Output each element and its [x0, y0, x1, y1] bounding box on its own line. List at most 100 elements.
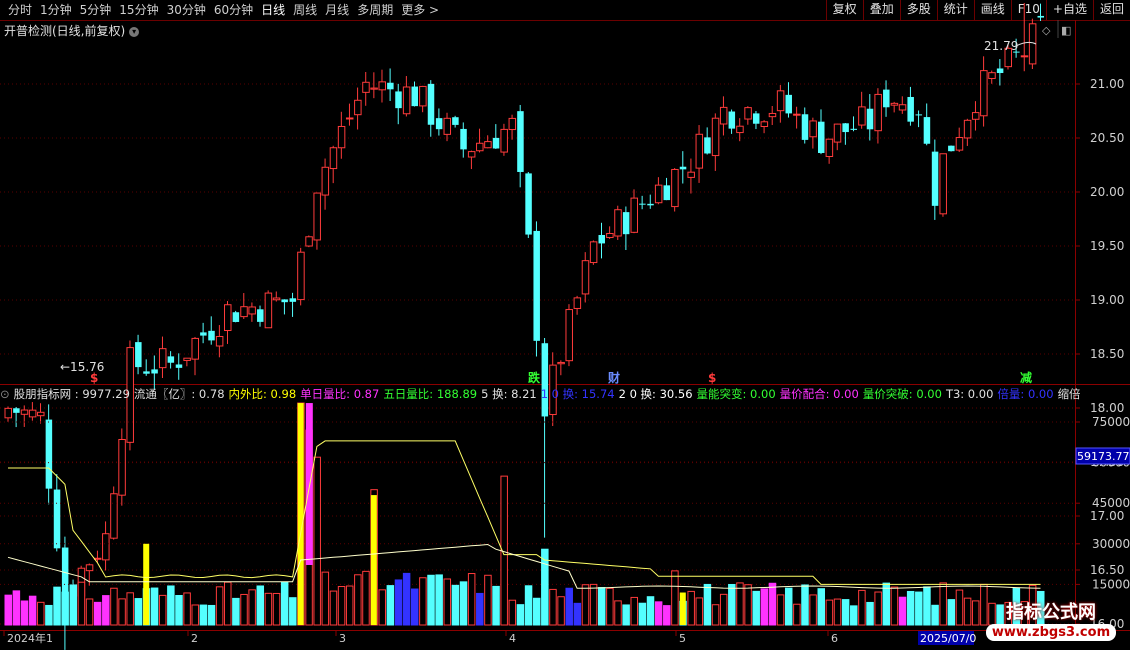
date-label: 2024年1	[7, 631, 53, 645]
high-price-label: 21.79	[984, 39, 1018, 53]
candle	[654, 177, 663, 205]
candle	[28, 402, 37, 421]
price-axis-label: 18.00	[1090, 401, 1124, 415]
volume-bar	[61, 591, 69, 626]
signal-volume-bar	[143, 543, 150, 625]
candle	[647, 194, 654, 209]
indicator-settings-icon[interactable]: ⊙	[0, 387, 10, 401]
volume-bar	[565, 587, 573, 626]
volume-bar	[963, 597, 972, 626]
candle	[776, 85, 785, 123]
volume-bar	[167, 585, 175, 626]
volume-bar	[77, 581, 86, 626]
volume-bar	[93, 601, 102, 626]
volume-bar	[882, 582, 891, 626]
candle	[809, 117, 817, 149]
volume-bar	[719, 593, 728, 626]
volume-bar	[589, 583, 598, 626]
candle	[135, 334, 142, 375]
date-label: 6	[831, 632, 838, 645]
price-axis-label: 21.00	[1090, 77, 1124, 91]
candle	[20, 405, 29, 427]
candle	[679, 151, 687, 184]
volume-bar	[215, 586, 224, 626]
candle	[541, 338, 549, 538]
candle	[573, 295, 582, 315]
indicator-value-9: 量价配合: 0.00	[779, 387, 859, 401]
vol-axis-label: 30000	[1092, 537, 1130, 551]
indicator-value-7: 2 0 换: 30.56	[618, 387, 693, 401]
volume-bar	[736, 582, 744, 626]
indicator-value-10: 量价突破: 0.00	[862, 387, 942, 401]
volume-bar	[687, 590, 695, 626]
volume-bar	[663, 605, 671, 626]
candle	[915, 110, 923, 128]
kline-chart[interactable]: 21.0020.5020.0019.5019.0018.5018.0017.50…	[0, 0, 1130, 650]
candle	[622, 206, 630, 251]
candle	[955, 127, 964, 153]
volume-bar	[915, 591, 923, 626]
candle	[883, 80, 890, 117]
volume-bar	[524, 585, 533, 626]
candle	[825, 138, 834, 164]
candle	[402, 76, 411, 117]
indicator-value-4: 五日量比: 188.89	[383, 387, 478, 401]
volume-bar	[362, 570, 370, 626]
candle	[4, 406, 12, 422]
candle	[996, 59, 1004, 86]
current-value-label: 59173.77	[1077, 450, 1130, 463]
volume-bar	[394, 579, 403, 626]
candle	[695, 125, 704, 183]
candle	[833, 123, 842, 151]
watermark-title: 指标公式网	[1006, 602, 1096, 623]
candle	[1020, 3, 1029, 72]
candle	[289, 292, 297, 317]
volume-bar	[581, 584, 590, 626]
candle	[598, 222, 605, 259]
candle	[939, 153, 947, 217]
candle	[663, 177, 671, 201]
watermark-url: www.zbgs3.com	[985, 624, 1117, 641]
candle	[980, 56, 988, 127]
candle	[467, 150, 476, 170]
ma-line-short	[7, 543, 1041, 589]
indicator-value-12: 倍量: 0.00	[997, 387, 1054, 401]
volume-bar	[199, 604, 208, 626]
volume-bar	[467, 573, 476, 626]
volume-bar	[280, 581, 289, 626]
candle	[232, 310, 240, 323]
candle	[768, 106, 777, 126]
candle	[711, 113, 720, 171]
volume-bar	[711, 604, 720, 626]
volume-bar	[443, 578, 452, 626]
signal-marker: 跌	[528, 370, 541, 385]
signal-marker: $	[708, 371, 716, 385]
indicator-value-11: T3: 0.00	[945, 387, 994, 401]
volume-bar	[939, 582, 947, 626]
volume-bar	[20, 600, 29, 626]
indicator-value-8: 量能突变: 0.00	[696, 387, 776, 401]
signal-volume-bar	[679, 592, 686, 625]
volume-bar	[508, 599, 517, 626]
vol-axis-label: 75000	[1092, 415, 1130, 429]
signal-marker: 减	[1020, 370, 1032, 385]
volume-bar	[53, 586, 61, 626]
volume-bar	[776, 594, 785, 626]
volume-bar	[923, 586, 931, 626]
candle	[460, 122, 467, 158]
candle	[175, 353, 183, 380]
candle	[118, 428, 126, 506]
candle	[378, 69, 386, 103]
candle	[736, 118, 744, 142]
signal-marker: $	[90, 371, 98, 385]
candle	[801, 107, 809, 144]
volume-bar	[158, 594, 167, 626]
current-date-label: 2025/07/0	[920, 632, 976, 645]
volume-bar	[703, 583, 712, 626]
volume-bar	[45, 604, 53, 626]
volume-bar	[858, 589, 866, 626]
volume-bar	[240, 593, 248, 626]
volume-bar	[760, 588, 769, 626]
candle	[508, 114, 517, 140]
volume-bar	[402, 572, 411, 626]
